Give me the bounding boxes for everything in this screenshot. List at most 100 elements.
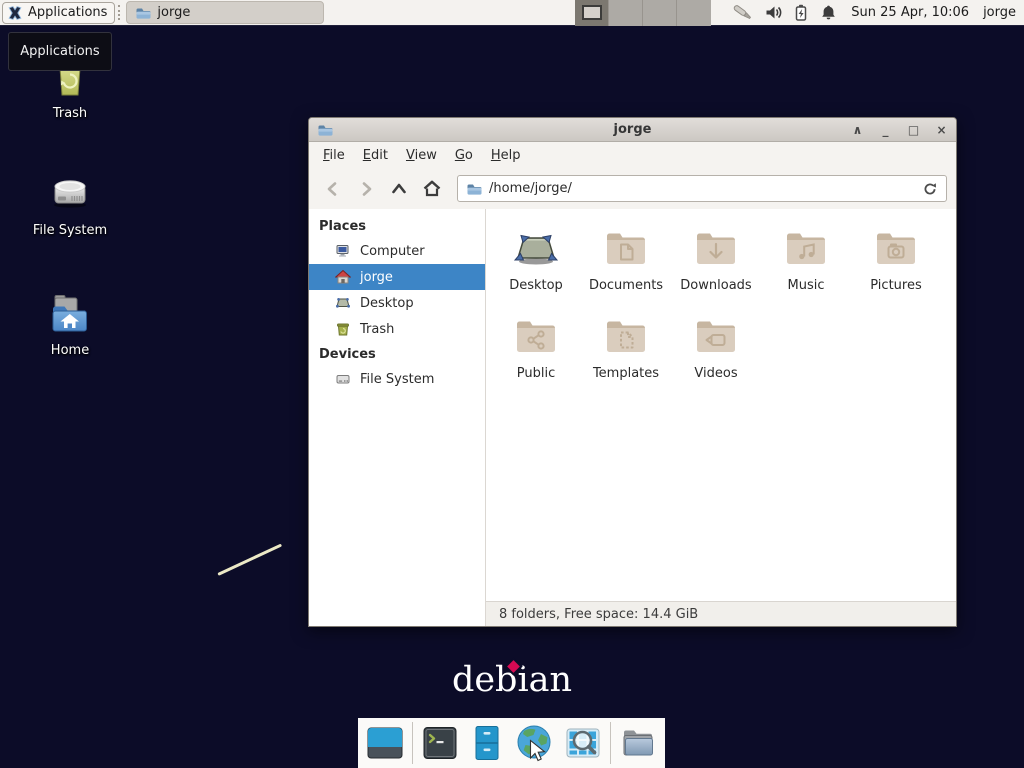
file-item-label: Public (517, 366, 555, 381)
desktop-icon-home[interactable]: Home (22, 290, 118, 358)
status-text: 8 folders, Free space: 14.4 GiB (499, 607, 698, 622)
show-desktop-icon[interactable] (365, 723, 405, 763)
menu-file[interactable]: File (314, 145, 354, 166)
desktop-workspace-icon (512, 224, 560, 272)
file-item-public[interactable]: Public (491, 312, 581, 400)
workspace-window-thumbnail (582, 5, 602, 20)
home-icon (422, 179, 442, 198)
documents-folder-icon (602, 224, 650, 272)
public-folder-icon (512, 312, 560, 360)
harddrive-icon (335, 371, 351, 387)
back-button[interactable] (318, 174, 348, 204)
file-item-label: Downloads (680, 278, 751, 293)
file-item-label: Pictures (870, 278, 921, 293)
path-folder-icon (466, 181, 482, 197)
bottom-dock (358, 718, 665, 768)
terminal-icon[interactable] (420, 723, 460, 763)
home-icon (335, 269, 351, 285)
file-item-videos[interactable]: Videos (671, 312, 761, 400)
sidebar-item-computer[interactable]: Computer (309, 238, 485, 264)
sidebar-devices-header: Devices (309, 342, 485, 366)
window-controls: ∧ _ □ × (851, 119, 948, 141)
menubar: File Edit View Go Help (309, 142, 956, 168)
sidebar-item-file-system[interactable]: File System (309, 366, 485, 392)
path-bar[interactable]: /home/jorge/ (457, 175, 947, 202)
desktop-icon-label: File System (33, 223, 107, 238)
content-pane: Desktop Documents (485, 209, 956, 626)
file-item-label: Music (788, 278, 825, 293)
harddrive-icon (46, 170, 94, 218)
system-tray (731, 3, 837, 22)
applications-button[interactable]: Applications (2, 2, 115, 24)
status-bar: 8 folders, Free space: 14.4 GiB (486, 601, 956, 626)
home-folder-icon (46, 290, 94, 338)
top-panel: Applications jorge (0, 0, 1024, 26)
home-button[interactable] (417, 174, 447, 204)
toolbar: /home/jorge/ (309, 168, 956, 209)
applications-button-label: Applications (28, 5, 107, 20)
forward-button[interactable] (351, 174, 381, 204)
debian-wallpaper-logo: debian (0, 660, 1024, 700)
menu-edit[interactable]: Edit (354, 145, 397, 166)
dock-separator (412, 722, 413, 764)
file-item-label: Templates (593, 366, 659, 381)
panel-drag-handle[interactable] (118, 5, 123, 20)
file-grid: Desktop Documents (486, 209, 956, 601)
web-browser-icon[interactable] (514, 723, 556, 763)
battery-icon[interactable] (792, 4, 810, 22)
workspace-4[interactable] (677, 0, 711, 26)
forward-arrow-icon (357, 180, 375, 198)
taskbar-window-label: jorge (157, 5, 190, 20)
shade-button[interactable]: ∧ (851, 119, 864, 141)
path-text[interactable]: /home/jorge/ (489, 181, 915, 196)
refresh-icon[interactable] (922, 181, 938, 197)
sidebar-item-trash[interactable]: Trash (309, 316, 485, 342)
downloads-folder-icon (692, 224, 740, 272)
menu-go[interactable]: Go (446, 145, 482, 166)
close-button[interactable]: × (935, 119, 948, 141)
notifications-bell-icon[interactable] (820, 4, 837, 21)
tool-icon[interactable] (731, 3, 755, 22)
file-item-pictures[interactable]: Pictures (851, 224, 941, 312)
menu-view[interactable]: View (397, 145, 446, 166)
file-item-documents[interactable]: Documents (581, 224, 671, 312)
debian-logo-text: debian (452, 660, 572, 700)
sidebar-item-label: jorge (360, 270, 393, 285)
file-cabinet-icon[interactable] (467, 723, 507, 763)
sidebar-item-jorge[interactable]: jorge (309, 264, 485, 290)
up-button[interactable] (384, 174, 414, 204)
minimize-button[interactable]: _ (879, 119, 892, 141)
folder-icon[interactable] (618, 723, 658, 763)
menu-help[interactable]: Help (482, 145, 530, 166)
volume-icon[interactable] (765, 4, 782, 21)
desktop-icon (335, 295, 351, 311)
taskbar-window-button[interactable]: jorge (126, 1, 324, 24)
titlebar[interactable]: jorge ∧ _ □ × (309, 118, 956, 142)
sidebar-item-label: File System (360, 372, 434, 387)
username-label[interactable]: jorge (983, 5, 1016, 20)
file-item-music[interactable]: Music (761, 224, 851, 312)
videos-folder-icon (692, 312, 740, 360)
application-finder-icon[interactable] (563, 723, 603, 763)
sidebar-places-header: Places (309, 214, 485, 238)
sidebar-item-desktop[interactable]: Desktop (309, 290, 485, 316)
workspace-3[interactable] (643, 0, 677, 26)
sidebar-item-label: Trash (360, 322, 394, 337)
file-item-desktop[interactable]: Desktop (491, 224, 581, 312)
file-item-label: Desktop (509, 278, 563, 293)
folder-icon (135, 5, 151, 21)
applications-tooltip: Applications (8, 32, 112, 71)
desktop-icon-file-system[interactable]: File System (22, 170, 118, 238)
workspace-1[interactable] (575, 0, 609, 26)
templates-folder-icon (602, 312, 650, 360)
desktop: Applications jorge (0, 0, 1024, 768)
sidebar: Places Computer (309, 209, 485, 626)
file-item-downloads[interactable]: Downloads (671, 224, 761, 312)
maximize-button[interactable]: □ (907, 119, 920, 141)
workspace-2[interactable] (609, 0, 643, 26)
desktop-line-artifact (217, 544, 282, 576)
file-item-templates[interactable]: Templates (581, 312, 671, 400)
file-item-label: Videos (694, 366, 737, 381)
clock[interactable]: Sun 25 Apr, 10:06 (851, 5, 969, 20)
desktop-icon-label: Home (51, 343, 89, 358)
